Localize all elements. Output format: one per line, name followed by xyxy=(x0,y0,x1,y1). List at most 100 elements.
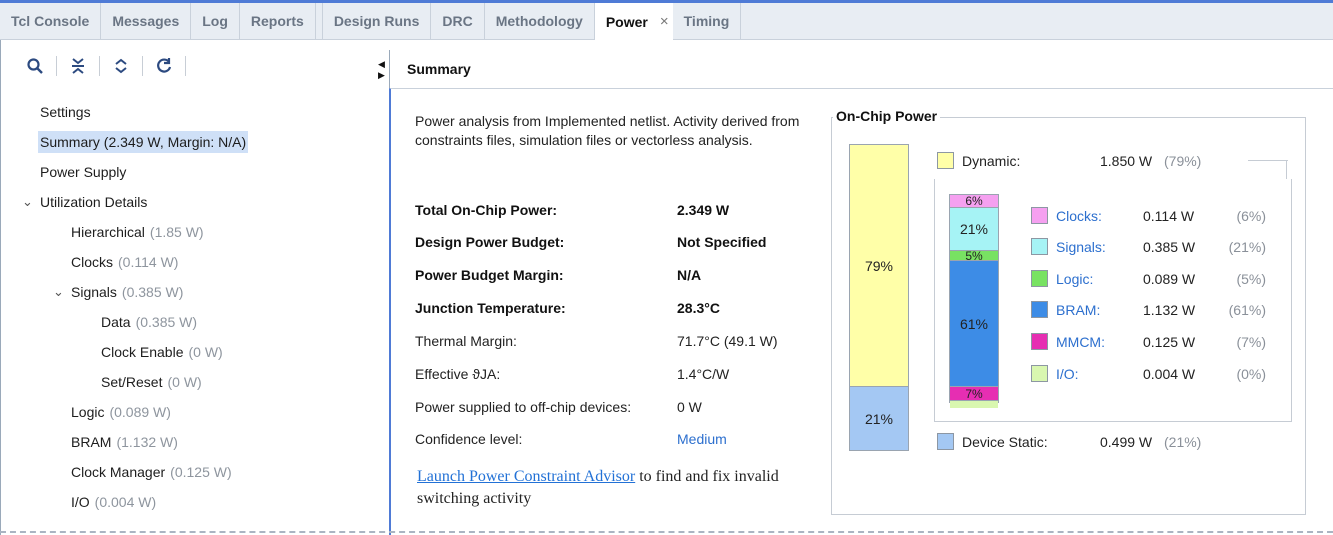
summary-content: Power analysis from Implemented netlist.… xyxy=(389,88,1333,535)
tab-tcl-console[interactable]: Tcl Console xyxy=(0,3,102,39)
legend-category-link[interactable]: BRAM: xyxy=(1056,302,1143,318)
dynamic-legend: Dynamic: 1.850 W (79%) xyxy=(937,152,1201,169)
tab-messages[interactable]: Messages xyxy=(101,3,192,39)
tab-timing[interactable]: Timing xyxy=(673,3,742,39)
kv-off-chip-power: Power supplied to off-chip devices: 0 W xyxy=(415,399,825,415)
kv-key: Confidence level: xyxy=(415,431,523,447)
legend-value: 0.114 W xyxy=(1143,207,1195,224)
kv-key: Design Power Budget: xyxy=(415,234,565,250)
static-label: Device Static: xyxy=(962,433,1048,450)
breakdown-segment-label: 7% xyxy=(965,386,983,401)
tree-item-label: Clock Enable xyxy=(101,344,184,360)
tree-item-value: (0.385 W) xyxy=(121,284,184,300)
dynamic-segment: 79% xyxy=(850,145,908,386)
kv-key: Effective ϑJA: xyxy=(415,366,501,382)
tree-toolbar xyxy=(1,40,388,92)
toolbar-divider xyxy=(99,56,100,76)
tab-drc[interactable]: DRC xyxy=(431,3,485,39)
chevron-down-icon[interactable]: ⌄ xyxy=(22,194,36,210)
tree-item-utilization-details[interactable]: ⌄ Utilization Details xyxy=(1,187,388,217)
tree-item-value: (0 W) xyxy=(188,344,223,360)
panel-collapse-icon[interactable]: ◀ ▶ xyxy=(378,59,388,81)
breakdown-segment-io xyxy=(950,400,998,408)
dynamic-breakdown-bar: 6% 21% 5% 61% 7% xyxy=(949,194,999,408)
tab-methodology[interactable]: Methodology xyxy=(485,3,595,39)
kv-key: Power Budget Margin: xyxy=(415,267,564,283)
static-percent: (21%) xyxy=(1164,433,1202,450)
kv-key: Junction Temperature: xyxy=(415,300,566,316)
dynamic-bracket-line xyxy=(1248,160,1288,161)
bottom-divider xyxy=(0,531,1333,533)
tree-item-settings[interactable]: Settings xyxy=(1,97,388,127)
confidence-link[interactable]: Medium xyxy=(677,431,727,447)
kv-value: 71.7°C (49.1 W) xyxy=(677,333,778,349)
legend-category-link[interactable]: MMCM: xyxy=(1056,334,1143,350)
legend-value: 0.004 W xyxy=(1143,365,1196,382)
kv-value: Not Specified xyxy=(677,234,767,250)
kv-value: 2.349 W xyxy=(677,202,730,218)
tree-item-power-supply[interactable]: Power Supply xyxy=(1,157,388,187)
tree-item-bram[interactable]: BRAM (1.132 W) xyxy=(1,427,388,457)
tree-item-signals[interactable]: ⌄ Signals (0.385 W) xyxy=(1,277,388,307)
tree-item-clocks[interactable]: Clocks (0.114 W) xyxy=(1,247,388,277)
close-icon[interactable]: × xyxy=(660,13,669,30)
kv-key: Thermal Margin: xyxy=(415,333,517,349)
tree-item-value: (0 W) xyxy=(167,374,202,390)
tree-item-value: (1.132 W) xyxy=(116,434,178,450)
tab-label: Power xyxy=(605,13,648,30)
legend-percent: (61%) xyxy=(1228,301,1266,318)
launch-power-constraint-advisor-link[interactable]: Launch Power Constraint Advisor xyxy=(417,468,635,485)
tree-item-set-reset[interactable]: Set/Reset (0 W) xyxy=(1,367,388,397)
tree-item-logic[interactable]: Logic (0.089 W) xyxy=(1,397,388,427)
legend-category-link[interactable]: Clocks: xyxy=(1056,208,1143,224)
kv-confidence: Confidence level: Medium xyxy=(415,431,825,447)
page-title: Summary xyxy=(407,61,471,77)
expand-all-icon[interactable] xyxy=(109,54,133,78)
kv-junction-temp: Junction Temperature: 28.3°C xyxy=(415,300,825,316)
legend-category-link[interactable]: I/O: xyxy=(1056,366,1143,382)
advisor-paragraph: Launch Power Constraint Advisor to find … xyxy=(417,466,817,510)
refresh-icon[interactable] xyxy=(152,54,176,78)
kv-key: Power supplied to off-chip devices: xyxy=(415,399,632,415)
collapse-all-icon[interactable] xyxy=(66,54,90,78)
legend-swatch xyxy=(1031,238,1048,255)
tree-item-io[interactable]: I/O (0.004 W) xyxy=(1,487,388,517)
tree-item-hierarchical[interactable]: Hierarchical (1.85 W) xyxy=(1,217,388,247)
tree-item-label: I/O xyxy=(71,494,90,510)
tree-item-value: (0.089 W) xyxy=(109,404,171,420)
tab-bar: Tcl Console Messages Log Reports Design … xyxy=(0,0,1333,40)
tab-design-runs[interactable]: Design Runs xyxy=(321,3,432,39)
dynamic-value: 1.850 W xyxy=(1100,152,1153,169)
breakdown-segment-bram: 61% xyxy=(950,260,998,386)
toolbar-divider xyxy=(142,56,143,76)
chevron-down-icon[interactable]: ⌄ xyxy=(53,284,67,300)
tree-item-data[interactable]: Data (0.385 W) xyxy=(1,307,388,337)
tree-item-label: Data xyxy=(101,314,131,330)
breakdown-segment-label: 61% xyxy=(959,315,989,332)
tab-label: Timing xyxy=(683,13,730,29)
tree-item-label: Power Supply xyxy=(40,164,127,180)
legend-percent: (0%) xyxy=(1236,365,1266,382)
tab-label: Design Runs xyxy=(333,13,420,29)
kv-budget-margin: Power Budget Margin: N/A xyxy=(415,267,825,283)
legend-swatch xyxy=(1031,207,1048,224)
kv-power-budget: Design Power Budget: Not Specified xyxy=(415,234,825,250)
legend-category-link[interactable]: Signals: xyxy=(1056,239,1143,255)
legend-swatch xyxy=(1031,333,1048,350)
tree-item-label: Set/Reset xyxy=(101,374,163,390)
tree-item-clock-enable[interactable]: Clock Enable (0 W) xyxy=(1,337,388,367)
tab-label: Reports xyxy=(250,13,304,29)
tree-item-clock-manager[interactable]: Clock Manager (0.125 W) xyxy=(1,457,388,487)
tree-item-value: (0.385 W) xyxy=(135,314,198,330)
tree-item-summary[interactable]: Summary (2.349 W, Margin: N/A) xyxy=(1,127,388,157)
legend-row-logic: Logic: 0.089 W (5%) xyxy=(1031,270,1266,287)
legend-category-link[interactable]: Logic: xyxy=(1056,271,1143,287)
legend-percent: (6%) xyxy=(1236,207,1266,224)
tab-power[interactable]: Power × xyxy=(594,3,673,40)
tab-log[interactable]: Log xyxy=(191,3,240,39)
breakdown-segment-logic: 5% xyxy=(950,250,998,262)
kv-value: 28.3°C xyxy=(677,300,720,316)
tab-reports[interactable]: Reports xyxy=(240,3,316,39)
breakdown-segment-label: 6% xyxy=(965,194,983,208)
search-icon[interactable] xyxy=(23,54,47,78)
